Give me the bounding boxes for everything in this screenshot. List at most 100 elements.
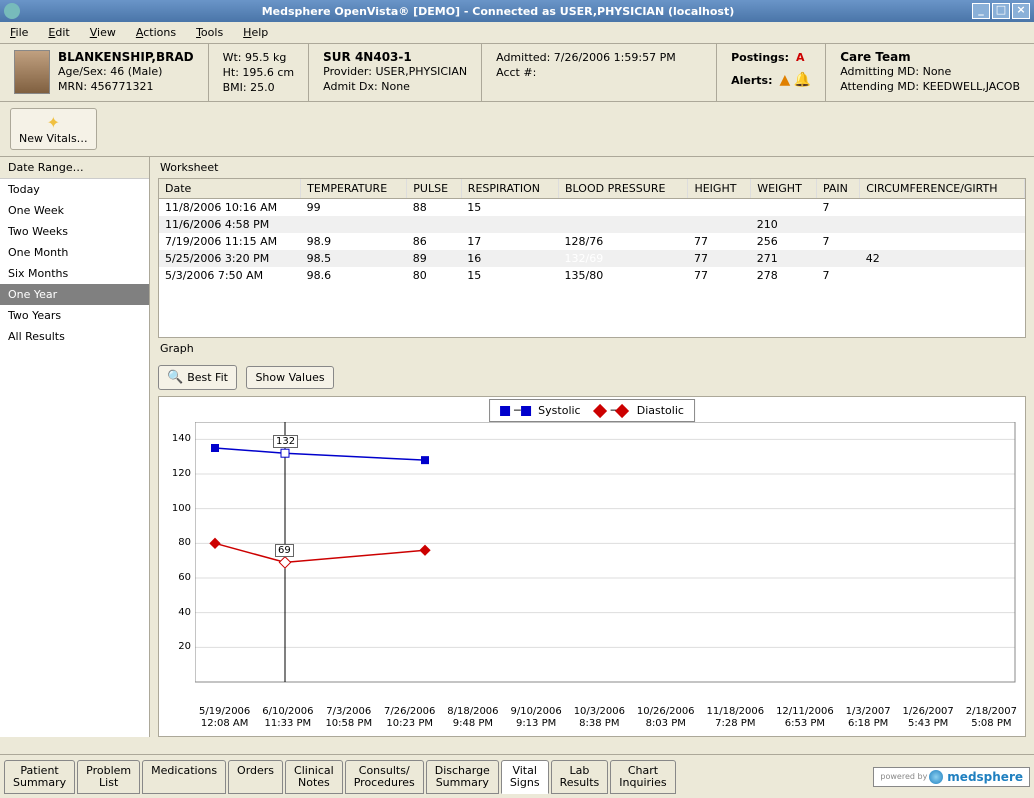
table-cell[interactable]: 77 xyxy=(688,233,751,250)
new-vitals-button[interactable]: ✦ New Vitals… xyxy=(10,108,97,150)
table-cell[interactable]: 88 xyxy=(407,199,462,217)
table-cell[interactable] xyxy=(860,233,1025,250)
table-cell[interactable] xyxy=(688,199,751,217)
patient-height: Ht: 195.6 cm xyxy=(223,65,295,80)
vitals-chart[interactable]: ─ Systolic ─ Diastolic 132 69 5/19/20061… xyxy=(158,396,1026,737)
table-cell[interactable] xyxy=(816,250,859,267)
column-header[interactable]: HEIGHT xyxy=(688,179,751,199)
postings-alerts[interactable]: Postings: A Alerts: ▲ 🔔 xyxy=(717,44,826,101)
table-cell[interactable]: 80 xyxy=(407,267,462,284)
minimize-button[interactable]: _ xyxy=(972,3,990,19)
alert-bell-icon[interactable]: 🔔 xyxy=(794,72,811,88)
sidebar-item-two-weeks[interactable]: Two Weeks xyxy=(0,221,149,242)
menu-help[interactable]: Help xyxy=(233,23,278,42)
powered-by-badge[interactable]: powered by medsphere xyxy=(873,767,1030,787)
table-cell[interactable]: 17 xyxy=(461,233,558,250)
table-cell[interactable] xyxy=(751,199,817,217)
column-header[interactable]: WEIGHT xyxy=(751,179,817,199)
table-cell[interactable]: 98.5 xyxy=(301,250,407,267)
menu-edit[interactable]: Edit xyxy=(38,23,79,42)
tab-lab-results[interactable]: LabResults xyxy=(551,760,609,794)
table-cell[interactable]: 99 xyxy=(301,199,407,217)
table-cell[interactable]: 15 xyxy=(461,267,558,284)
table-cell[interactable] xyxy=(301,216,407,233)
table-cell[interactable]: 77 xyxy=(688,250,751,267)
table-cell[interactable]: 77 xyxy=(688,267,751,284)
sidebar-item-six-months[interactable]: Six Months xyxy=(0,263,149,284)
table-cell[interactable]: 7 xyxy=(816,233,859,250)
tab-chart-inquiries[interactable]: ChartInquiries xyxy=(610,760,675,794)
table-cell[interactable] xyxy=(860,267,1025,284)
column-header[interactable]: TEMPERATURE xyxy=(301,179,407,199)
table-cell[interactable]: 5/3/2006 7:50 AM xyxy=(159,267,301,284)
tab-orders[interactable]: Orders xyxy=(228,760,283,794)
table-cell[interactable]: 11/8/2006 10:16 AM xyxy=(159,199,301,217)
care-team[interactable]: Care Team Admitting MD: None Attending M… xyxy=(826,44,1034,101)
sidebar-item-all-results[interactable]: All Results xyxy=(0,326,149,347)
table-cell[interactable]: 7/19/2006 11:15 AM xyxy=(159,233,301,250)
tab-clinical-notes[interactable]: ClinicalNotes xyxy=(285,760,343,794)
patient-identity[interactable]: BLANKENSHIP,BRAD Age/Sex: 46 (Male) MRN:… xyxy=(0,44,209,101)
visit-info[interactable]: SUR 4N403-1 Provider: USER,PHYSICIAN Adm… xyxy=(309,44,482,101)
best-fit-button[interactable]: 🔍Best Fit xyxy=(158,365,237,390)
table-row[interactable]: 5/25/2006 3:20 PM98.58916132/6977271 42 xyxy=(159,250,1025,267)
table-row[interactable]: 11/6/2006 4:58 PM 210 xyxy=(159,216,1025,233)
close-button[interactable]: × xyxy=(1012,3,1030,19)
table-cell[interactable]: 42 xyxy=(860,250,1025,267)
table-cell[interactable]: 86 xyxy=(407,233,462,250)
table-cell[interactable] xyxy=(688,216,751,233)
menu-view[interactable]: View xyxy=(80,23,126,42)
table-cell[interactable]: 271 xyxy=(751,250,817,267)
tab-discharge-summary[interactable]: DischargeSummary xyxy=(426,760,499,794)
table-cell[interactable] xyxy=(407,216,462,233)
table-cell[interactable]: 278 xyxy=(751,267,817,284)
worksheet-table[interactable]: DateTEMPERATUREPULSERESPIRATIONBLOOD PRE… xyxy=(158,178,1026,338)
table-cell[interactable]: 128/76 xyxy=(559,233,688,250)
table-cell[interactable]: 256 xyxy=(751,233,817,250)
sidebar-item-one-week[interactable]: One Week xyxy=(0,200,149,221)
tab-vital-signs[interactable]: VitalSigns xyxy=(501,760,549,794)
column-header[interactable]: BLOOD PRESSURE xyxy=(559,179,688,199)
table-cell[interactable] xyxy=(816,216,859,233)
tab-problem-list[interactable]: ProblemList xyxy=(77,760,140,794)
table-row[interactable]: 7/19/2006 11:15 AM98.98617128/76772567 xyxy=(159,233,1025,250)
table-cell[interactable]: 7 xyxy=(816,199,859,217)
sidebar-item-today[interactable]: Today xyxy=(0,179,149,200)
tab-consults-procedures[interactable]: Consults/Procedures xyxy=(345,760,424,794)
tab-patient-summary[interactable]: PatientSummary xyxy=(4,760,75,794)
maximize-button[interactable]: □ xyxy=(992,3,1010,19)
table-cell[interactable] xyxy=(559,199,688,217)
sidebar-item-one-month[interactable]: One Month xyxy=(0,242,149,263)
table-cell[interactable]: 16 xyxy=(461,250,558,267)
table-cell[interactable]: 132/69 xyxy=(559,250,688,267)
table-cell[interactable] xyxy=(860,216,1025,233)
sidebar-item-one-year[interactable]: One Year xyxy=(0,284,149,305)
alert-warning-icon[interactable]: ▲ xyxy=(780,72,791,88)
menu-tools[interactable]: Tools xyxy=(186,23,233,42)
menu-actions[interactable]: Actions xyxy=(126,23,186,42)
date-range-header[interactable]: Date Range… xyxy=(0,157,149,179)
table-row[interactable]: 11/8/2006 10:16 AM998815 7 xyxy=(159,199,1025,217)
table-cell[interactable]: 15 xyxy=(461,199,558,217)
table-cell[interactable]: 98.6 xyxy=(301,267,407,284)
show-values-button[interactable]: Show Values xyxy=(246,366,333,389)
table-cell[interactable] xyxy=(559,216,688,233)
table-cell[interactable]: 5/25/2006 3:20 PM xyxy=(159,250,301,267)
sidebar-item-two-years[interactable]: Two Years xyxy=(0,305,149,326)
tab-medications[interactable]: Medications xyxy=(142,760,226,794)
column-header[interactable]: PULSE xyxy=(407,179,462,199)
table-cell[interactable]: 11/6/2006 4:58 PM xyxy=(159,216,301,233)
table-cell[interactable] xyxy=(461,216,558,233)
table-cell[interactable]: 135/80 xyxy=(559,267,688,284)
table-cell[interactable]: 98.9 xyxy=(301,233,407,250)
column-header[interactable]: Date xyxy=(159,179,301,199)
table-cell[interactable]: 210 xyxy=(751,216,817,233)
column-header[interactable]: PAIN xyxy=(816,179,859,199)
table-cell[interactable]: 7 xyxy=(816,267,859,284)
table-cell[interactable] xyxy=(860,199,1025,217)
table-cell[interactable]: 89 xyxy=(407,250,462,267)
column-header[interactable]: CIRCUMFERENCE/GIRTH xyxy=(860,179,1025,199)
column-header[interactable]: RESPIRATION xyxy=(461,179,558,199)
menu-file[interactable]: File xyxy=(0,23,38,42)
table-row[interactable]: 5/3/2006 7:50 AM98.68015135/80772787 xyxy=(159,267,1025,284)
